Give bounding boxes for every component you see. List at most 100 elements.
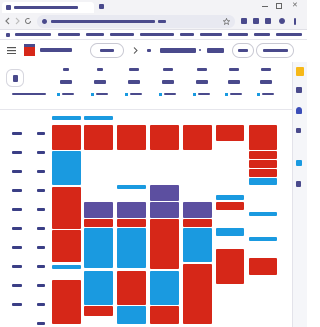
bookmark-item[interactable] bbox=[15, 33, 51, 36]
time-label bbox=[37, 265, 45, 268]
calendar-event[interactable] bbox=[183, 228, 212, 262]
calendar-event[interactable] bbox=[117, 185, 146, 189]
calendar-event[interactable] bbox=[249, 178, 277, 185]
calendar-event[interactable] bbox=[150, 306, 179, 324]
add-icon[interactable] bbox=[296, 181, 301, 187]
calendar-event[interactable] bbox=[52, 125, 81, 150]
calendar-event[interactable] bbox=[249, 125, 277, 150]
calendar-event[interactable] bbox=[84, 202, 113, 218]
bookmark-item[interactable] bbox=[228, 33, 248, 36]
day-header-sun[interactable] bbox=[254, 64, 287, 108]
calendar-event[interactable] bbox=[216, 249, 244, 284]
calendar-event[interactable] bbox=[52, 265, 81, 269]
extension-icons[interactable] bbox=[241, 17, 303, 26]
new-tab-button[interactable] bbox=[99, 4, 104, 9]
calendar-event[interactable] bbox=[249, 258, 277, 275]
calendar-event[interactable] bbox=[117, 219, 146, 227]
bookmark-item[interactable] bbox=[110, 33, 134, 36]
calendar-event[interactable] bbox=[249, 160, 277, 168]
calendar-event[interactable] bbox=[52, 187, 81, 229]
bookmark-item[interactable] bbox=[58, 33, 80, 36]
bookmark-item[interactable] bbox=[140, 33, 174, 36]
calendar-event[interactable] bbox=[84, 116, 113, 120]
star-icon[interactable] bbox=[223, 18, 230, 25]
site-info-icon[interactable] bbox=[42, 19, 47, 24]
time-label bbox=[12, 246, 22, 249]
calendar-event[interactable] bbox=[216, 125, 244, 141]
time-label bbox=[37, 303, 45, 306]
calendar-event[interactable] bbox=[84, 271, 113, 305]
tab-favicon bbox=[6, 5, 11, 10]
back-icon[interactable] bbox=[4, 17, 11, 25]
calendar-event[interactable] bbox=[249, 169, 277, 177]
menu-icon[interactable] bbox=[7, 47, 16, 54]
calendar-event[interactable] bbox=[84, 228, 113, 268]
calendar-event[interactable] bbox=[183, 125, 212, 150]
calendar-event[interactable] bbox=[150, 219, 179, 269]
calendar-event[interactable] bbox=[84, 125, 113, 150]
tasks-icon[interactable] bbox=[296, 87, 302, 93]
window-controls[interactable]: ✕ bbox=[262, 2, 302, 9]
calendar-event[interactable] bbox=[249, 237, 277, 241]
day-header-wed[interactable] bbox=[122, 64, 155, 108]
time-label bbox=[37, 246, 45, 249]
bookmark-item[interactable] bbox=[254, 33, 270, 36]
view-selector[interactable] bbox=[232, 43, 254, 58]
side-panel-rail bbox=[292, 62, 307, 327]
calendar-event[interactable] bbox=[150, 185, 179, 201]
calendar-event[interactable] bbox=[117, 202, 146, 218]
apps-icon[interactable] bbox=[256, 43, 294, 58]
meet-icon[interactable] bbox=[296, 160, 302, 166]
chevron-right-icon[interactable] bbox=[147, 49, 151, 52]
calendar-event[interactable] bbox=[52, 230, 81, 262]
calendar-event[interactable] bbox=[52, 280, 81, 324]
day-header-tue[interactable] bbox=[88, 64, 121, 108]
address-bar[interactable] bbox=[37, 15, 235, 28]
bookmark-item[interactable] bbox=[200, 33, 222, 36]
calendar-event[interactable] bbox=[52, 151, 81, 185]
calendar-event[interactable] bbox=[150, 202, 179, 218]
bookmark-item[interactable] bbox=[6, 33, 10, 37]
time-label bbox=[12, 208, 22, 211]
calendar-event[interactable] bbox=[216, 228, 244, 236]
contacts-icon[interactable] bbox=[296, 107, 302, 114]
url-path bbox=[158, 20, 166, 23]
calendar-event[interactable] bbox=[84, 219, 113, 227]
chevron-down-icon[interactable] bbox=[199, 49, 201, 51]
reload-icon[interactable] bbox=[24, 17, 32, 25]
calendar-event[interactable] bbox=[117, 271, 146, 305]
day-header-fri[interactable] bbox=[190, 64, 223, 108]
calendar-event[interactable] bbox=[183, 219, 212, 227]
calendar-event[interactable] bbox=[183, 264, 212, 324]
chevron-left-icon[interactable] bbox=[133, 47, 138, 54]
calendar-event[interactable] bbox=[216, 202, 244, 210]
calendar-logo-icon[interactable] bbox=[24, 44, 35, 56]
browser-tab[interactable] bbox=[2, 2, 94, 13]
calendar-event[interactable] bbox=[84, 306, 113, 316]
calendar-event[interactable] bbox=[183, 202, 212, 218]
maps-icon[interactable] bbox=[296, 128, 301, 133]
calendar-event[interactable] bbox=[117, 228, 146, 268]
bookmark-item[interactable] bbox=[86, 33, 104, 36]
calendar-event[interactable] bbox=[150, 271, 179, 305]
bookmark-item[interactable] bbox=[180, 33, 194, 36]
calendar-event[interactable] bbox=[117, 125, 146, 150]
day-header-thu[interactable] bbox=[156, 64, 189, 108]
day-header-mon[interactable] bbox=[54, 64, 87, 108]
calendar-event[interactable] bbox=[249, 151, 277, 159]
bookmark-item[interactable] bbox=[276, 33, 302, 36]
time-label bbox=[37, 208, 45, 211]
search-icon[interactable] bbox=[207, 48, 224, 53]
calendar-event[interactable] bbox=[216, 195, 244, 200]
time-label bbox=[12, 303, 22, 306]
keep-icon[interactable] bbox=[296, 67, 304, 76]
calendar-event[interactable] bbox=[249, 212, 277, 216]
week-grid[interactable] bbox=[50, 110, 292, 327]
today-button[interactable] bbox=[90, 43, 124, 58]
calendar-event[interactable] bbox=[52, 116, 81, 120]
calendar-event[interactable] bbox=[117, 306, 146, 324]
forward-icon[interactable] bbox=[14, 17, 21, 25]
calendar-event[interactable] bbox=[150, 125, 179, 150]
create-button[interactable] bbox=[6, 69, 24, 87]
day-header-sat[interactable] bbox=[222, 64, 255, 108]
